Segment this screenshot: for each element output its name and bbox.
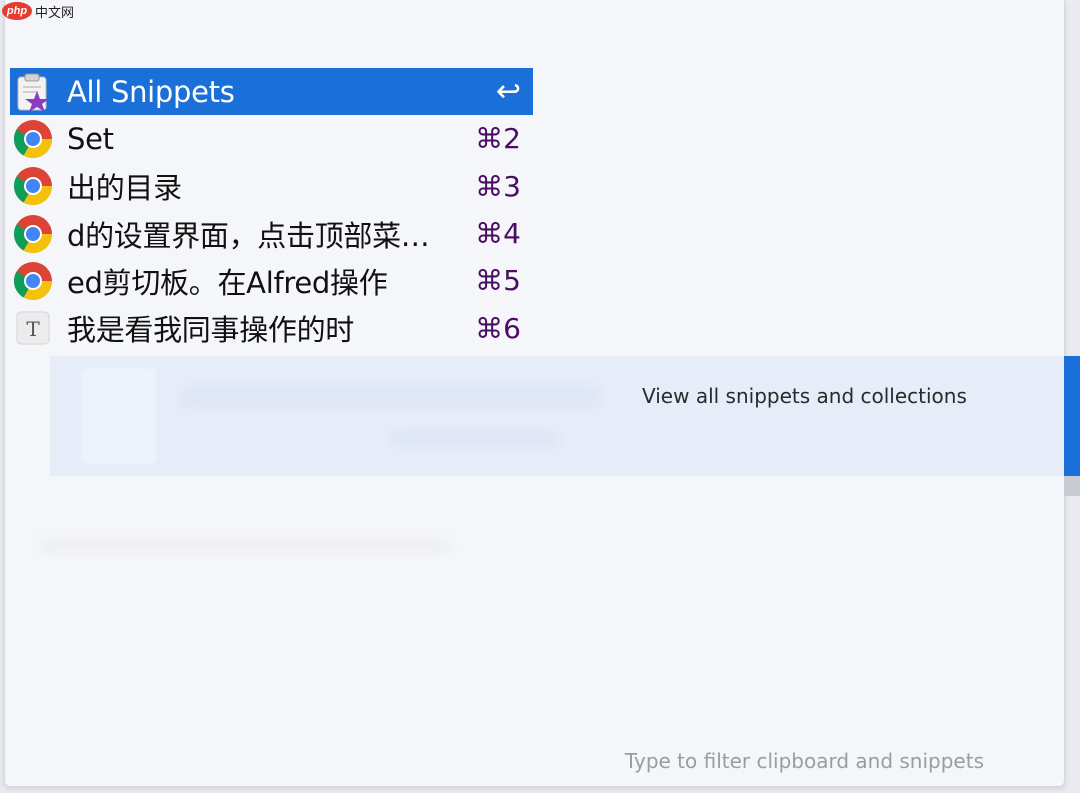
list-item-label: 出的目录 (67, 171, 182, 206)
list-item-all-snippets[interactable]: All Snippets ↩ (10, 68, 533, 116)
snippet-list: All Snippets ↩ Set ⌘2 出的目录 ⌘3 d的设置界面，点击顶… (10, 68, 533, 352)
list-item[interactable]: d的设置界面，点击顶部菜… ⌘4 (10, 210, 533, 257)
shortcut-label: ⌘2 (475, 122, 521, 156)
preview-blur (390, 431, 560, 447)
scrollbar-thumb[interactable] (1064, 356, 1080, 476)
document-icon (82, 368, 156, 464)
filter-hint: Type to filter clipboard and snippets (624, 749, 984, 773)
return-key-icon: ↩ (495, 74, 521, 110)
list-item-label: d的设置界面，点击顶部菜… (67, 218, 430, 253)
list-item-label: Set (67, 121, 114, 156)
chrome-icon (13, 166, 53, 206)
list-item-label: 我是看我同事操作的时 (67, 313, 355, 348)
snippet-preview-panel[interactable]: View all snippets and collections (50, 356, 1064, 476)
watermark-badge: php (2, 2, 32, 20)
svg-text:T: T (26, 317, 40, 341)
list-item[interactable]: 出的目录 ⌘3 (10, 163, 533, 210)
faded-content (40, 540, 450, 552)
shortcut-label: ⌘3 (475, 169, 521, 203)
list-item[interactable]: Set ⌘2 (10, 115, 533, 162)
shortcut-label: ⌘5 (475, 264, 521, 298)
list-item[interactable]: ed剪切板。在Alfred操作 ⌘5 (10, 257, 533, 304)
preview-blur (180, 386, 600, 408)
shortcut-label: ⌘4 (475, 217, 521, 251)
text-icon: T (13, 308, 53, 348)
chrome-icon (13, 119, 53, 159)
watermark-text: 中文网 (35, 5, 75, 21)
chrome-icon (13, 214, 53, 254)
shortcut-label: ⌘6 (475, 311, 521, 345)
list-item-label: ed剪切板。在Alfred操作 (67, 265, 388, 300)
preview-caption: View all snippets and collections (642, 384, 967, 408)
chrome-icon (13, 261, 53, 301)
list-item-label: All Snippets (67, 74, 235, 109)
snippets-clipboard-icon (13, 72, 53, 112)
scrollbar-track[interactable] (1064, 476, 1080, 496)
list-item[interactable]: T 我是看我同事操作的时 ⌘6 (10, 304, 533, 351)
watermark: php 中文网 (2, 1, 88, 21)
